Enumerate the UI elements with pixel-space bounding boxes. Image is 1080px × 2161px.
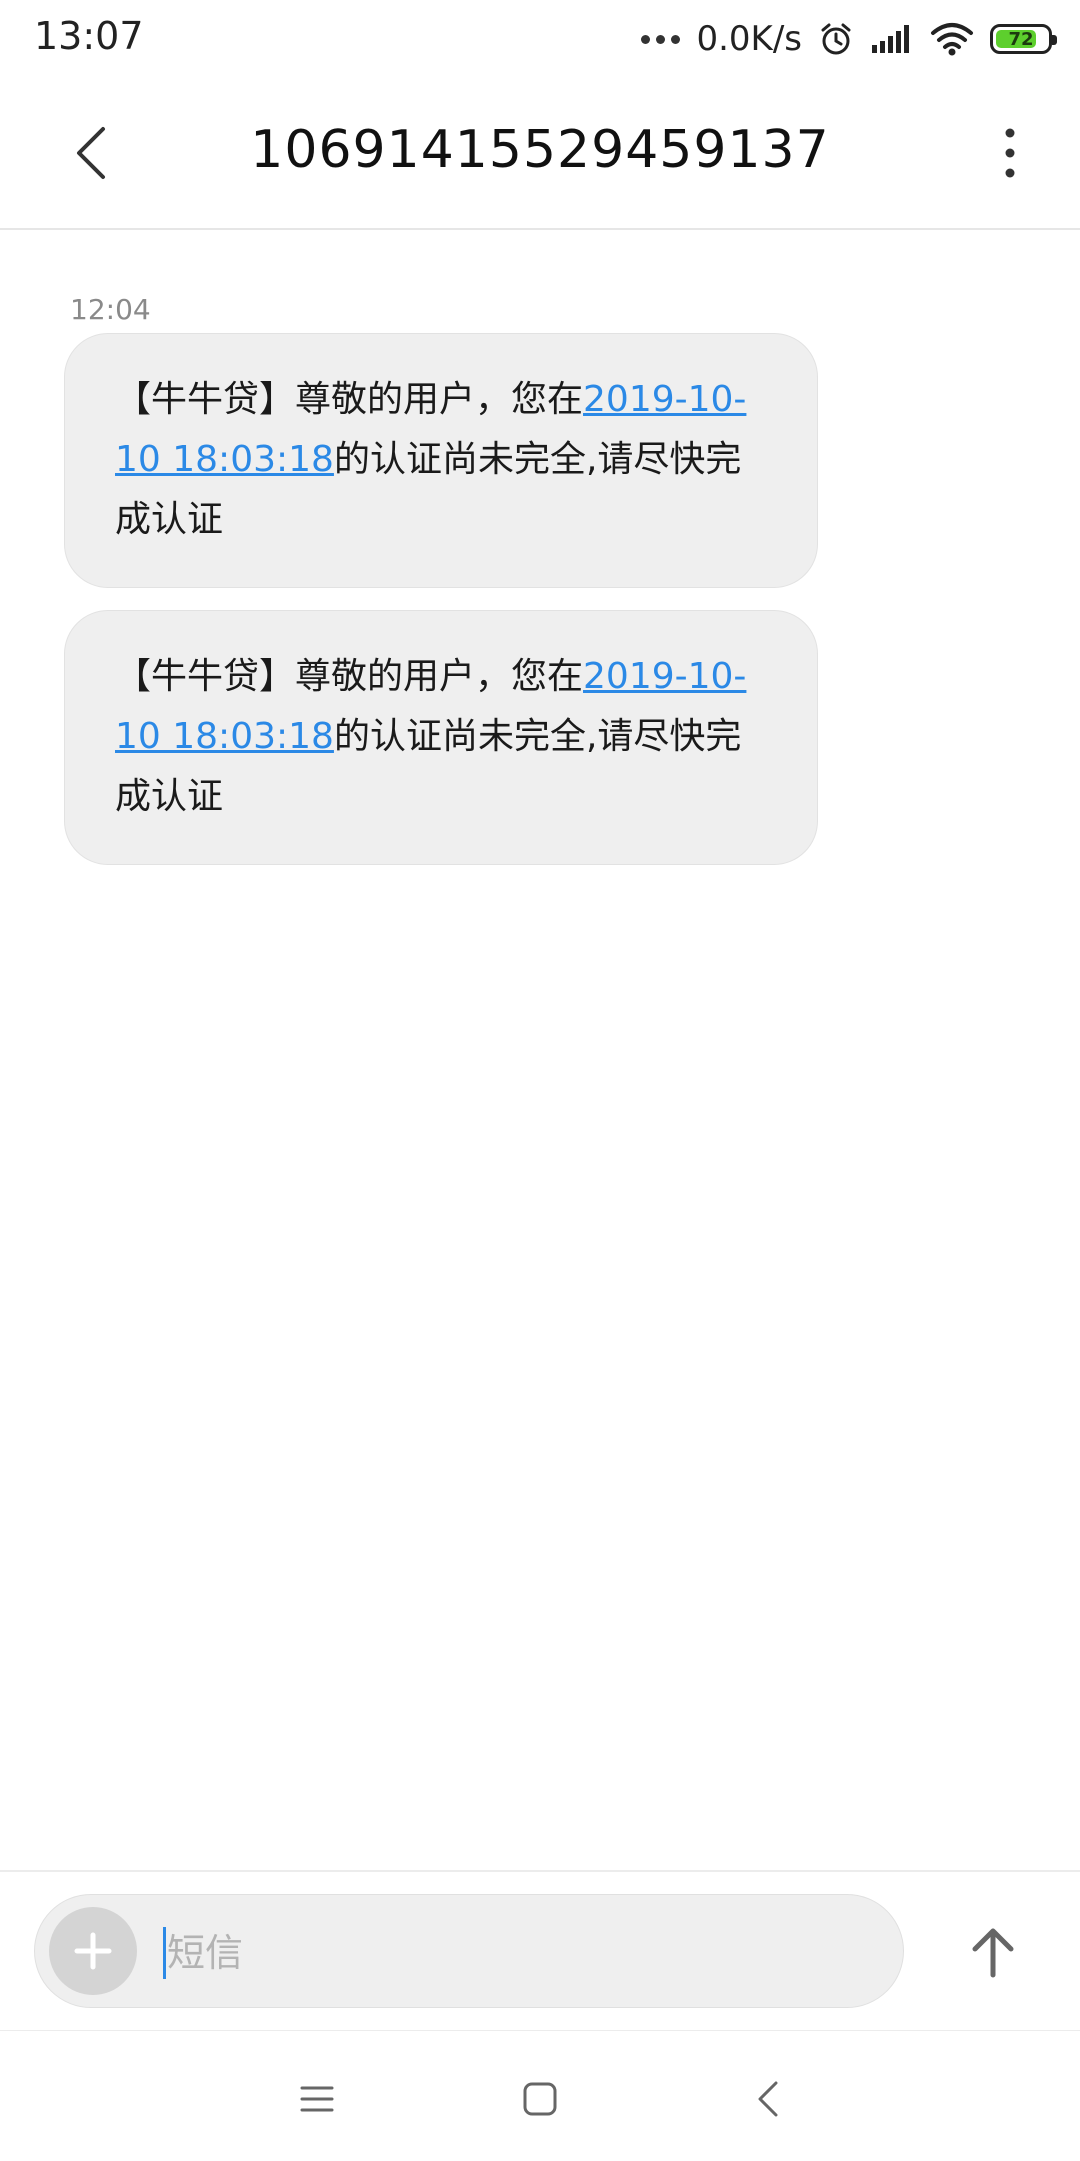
plus-icon	[74, 1932, 112, 1970]
text-cursor	[163, 1927, 166, 1979]
wifi-icon	[931, 23, 973, 56]
add-attachment-button[interactable]	[49, 1907, 137, 1995]
network-speed: 0.0K/s	[696, 19, 802, 59]
alarm-icon	[821, 23, 851, 55]
message-bubble[interactable]: 【牛牛贷】尊敬的用户，您在2019-10-10 18:03:18的认证尚未完全,…	[64, 333, 818, 588]
more-dots-icon	[641, 34, 681, 44]
status-bar: 13:07 0.0K/s 72	[0, 0, 1080, 78]
status-time: 13:07	[34, 14, 144, 58]
more-options-button[interactable]	[980, 118, 1040, 188]
back-chevron-icon	[758, 2081, 778, 2117]
arrow-up-icon	[972, 1928, 1014, 1978]
message-input[interactable]: 短信	[34, 1894, 904, 2008]
home-square-icon	[523, 2082, 557, 2116]
message-bubble[interactable]: 【牛牛贷】尊敬的用户，您在2019-10-10 18:03:18的认证尚未完全,…	[64, 610, 818, 865]
conversation-header: 10691415529459137	[0, 78, 1080, 230]
composer-bar: 短信	[0, 1870, 1080, 2032]
vertical-dots-icon	[1005, 128, 1015, 178]
conversation-title: 10691415529459137	[250, 120, 830, 180]
battery-icon: 72	[990, 24, 1057, 54]
message-text: 【牛牛贷】尊敬的用户，您在	[115, 379, 584, 420]
home-button[interactable]	[510, 2071, 570, 2127]
signal-icon	[872, 25, 909, 53]
menu-icon	[300, 2086, 334, 2112]
input-placeholder: 短信	[167, 1931, 244, 1975]
send-button[interactable]	[958, 1912, 1028, 1992]
system-nav-bar	[0, 2030, 1080, 2161]
message-timestamp: 12:04	[70, 293, 151, 326]
recent-apps-button[interactable]	[287, 2071, 347, 2127]
message-text: 【牛牛贷】尊敬的用户，您在	[115, 656, 584, 697]
battery-level: 72	[1008, 28, 1034, 50]
status-icons: 0.0K/s 72	[641, 14, 1057, 64]
system-back-button[interactable]	[738, 2071, 798, 2127]
